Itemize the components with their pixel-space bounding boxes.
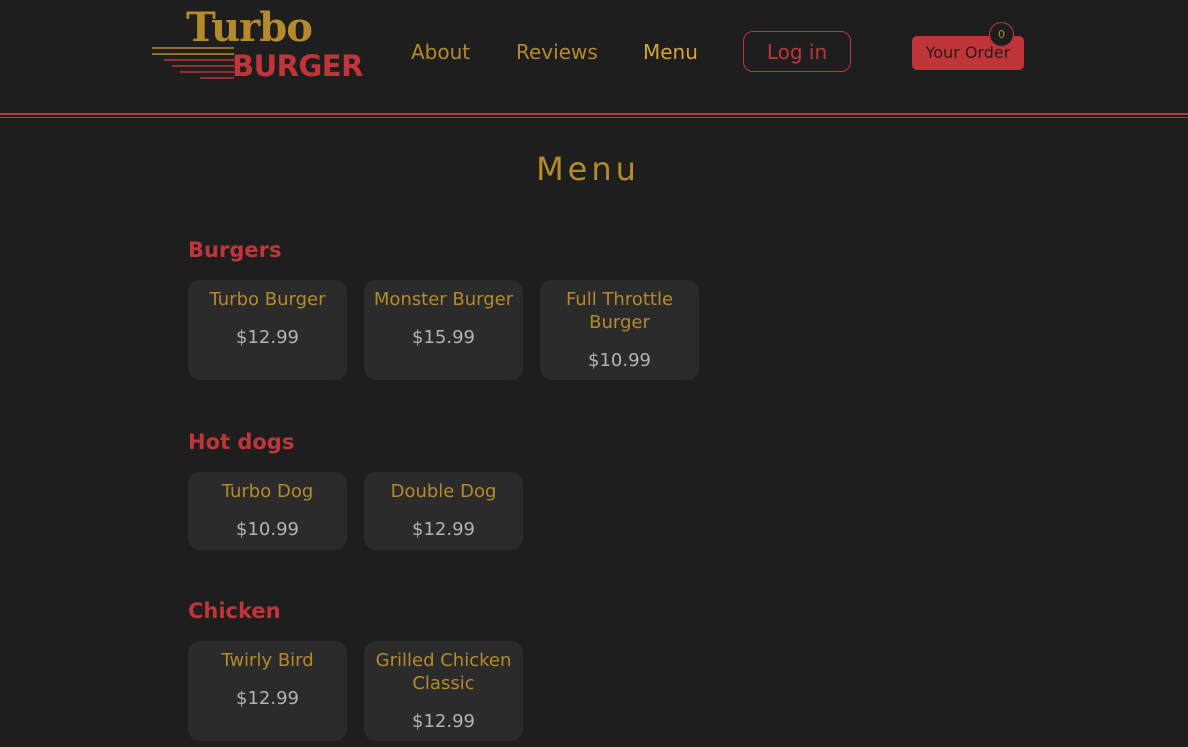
menu-item-price: $12.99 bbox=[412, 711, 475, 732]
menu-item-price: $12.99 bbox=[412, 519, 475, 540]
menu-item-name: Monster Burger bbox=[373, 289, 514, 310]
nav-menu-link[interactable]: Menu bbox=[643, 38, 698, 66]
menu-item-card[interactable]: Turbo Dog $10.99 bbox=[188, 472, 347, 550]
header-divider bbox=[0, 113, 1188, 118]
login-button[interactable]: Log in bbox=[743, 31, 851, 72]
menu-item-card[interactable]: Monster Burger $15.99 bbox=[364, 280, 523, 380]
nav-reviews-link[interactable]: Reviews bbox=[516, 38, 598, 66]
brand-name-top: Turbo bbox=[186, 4, 313, 51]
site-header: Turbo BURGER About Reviews Menu Log in Y… bbox=[0, 0, 1188, 114]
section-title-hot-dogs: Hot dogs bbox=[188, 430, 295, 454]
menu-item-price: $12.99 bbox=[236, 688, 299, 709]
menu-item-price: $10.99 bbox=[236, 519, 299, 540]
section-title-chicken: Chicken bbox=[188, 599, 281, 623]
menu-item-card[interactable]: Twirly Bird $12.99 bbox=[188, 641, 347, 741]
menu-item-name: Turbo Burger bbox=[209, 289, 326, 310]
menu-item-card[interactable]: Double Dog $12.99 bbox=[364, 472, 523, 550]
page-title: Menu bbox=[536, 150, 640, 188]
brand-name-bottom: BURGER bbox=[232, 49, 363, 83]
menu-item-name: Turbo Dog bbox=[221, 481, 314, 502]
menu-item-price: $10.99 bbox=[588, 350, 651, 371]
section-title-burgers: Burgers bbox=[188, 238, 282, 262]
menu-item-name: Full Throttle Burger bbox=[565, 289, 674, 333]
menu-item-price: $12.99 bbox=[236, 327, 299, 348]
nav-about-link[interactable]: About bbox=[411, 38, 470, 66]
menu-item-name: Double Dog bbox=[390, 481, 497, 502]
menu-item-card[interactable]: Full Throttle Burger $10.99 bbox=[540, 280, 699, 380]
menu-item-card[interactable]: Turbo Burger $12.99 bbox=[188, 280, 347, 380]
brand-logo[interactable]: Turbo BURGER bbox=[150, 4, 363, 84]
menu-item-card[interactable]: Grilled Chicken Classic $12.99 bbox=[364, 641, 523, 741]
menu-item-price: $15.99 bbox=[412, 327, 475, 348]
order-count-badge: 0 bbox=[989, 22, 1014, 47]
menu-item-name: Twirly Bird bbox=[221, 650, 314, 671]
menu-item-name: Grilled Chicken Classic bbox=[375, 650, 512, 694]
